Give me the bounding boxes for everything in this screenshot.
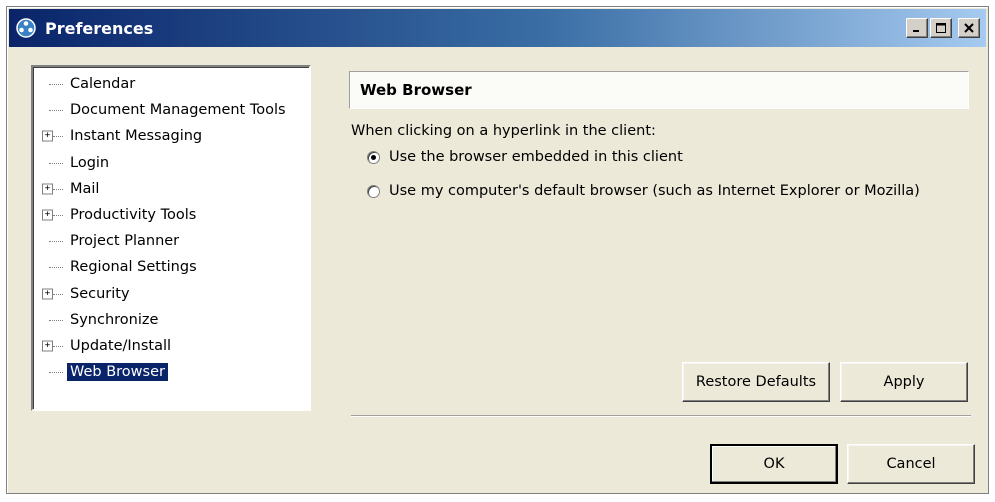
tree-item-label: Update/Install <box>70 337 172 354</box>
tree-item-label: Productivity Tools <box>70 207 197 224</box>
tree-item-label: Document Management Tools <box>70 102 286 119</box>
maximize-icon <box>936 23 946 33</box>
maximize-button[interactable] <box>930 18 952 38</box>
page-title: Web Browser <box>349 71 969 109</box>
tree-connector <box>49 319 63 321</box>
title-bar[interactable]: Preferences <box>9 9 986 47</box>
radio-embedded-browser[interactable] <box>367 150 380 164</box>
tree-item-label: Mail <box>70 180 100 197</box>
tree-item-login[interactable]: Login <box>33 150 309 176</box>
radio-label: Use my computer's default browser (such … <box>389 183 920 199</box>
tree-connector <box>53 345 63 347</box>
expand-plus-icon[interactable]: + <box>42 340 53 352</box>
tree-item-mail[interactable]: + Mail <box>33 176 309 202</box>
expand-plus-icon[interactable]: + <box>42 288 53 300</box>
radio-default-browser[interactable] <box>367 184 380 198</box>
apply-button[interactable]: Apply <box>840 362 968 402</box>
tree-item-label: Login <box>70 154 110 171</box>
minimize-button[interactable] <box>906 18 928 38</box>
tree-item-calendar[interactable]: Calendar <box>33 71 309 97</box>
radio-label: Use the browser embedded in this client <box>389 149 683 165</box>
app-icon <box>15 17 37 39</box>
window-title: Preferences <box>45 18 154 38</box>
expand-plus-icon[interactable]: + <box>42 209 53 221</box>
tree-item-label: Project Planner <box>70 233 180 250</box>
tree-item-label: Regional Settings <box>70 259 197 276</box>
tree-connector <box>53 188 63 190</box>
tree-item-update-install[interactable]: + Update/Install <box>33 333 309 359</box>
tree-connector <box>49 110 63 112</box>
preferences-tree[interactable]: Calendar Document Management Tools + Ins… <box>31 65 311 411</box>
tree-item-web-browser[interactable]: Web Browser <box>33 359 309 385</box>
cancel-button[interactable]: Cancel <box>847 444 975 484</box>
tree-connector <box>53 293 63 295</box>
window-controls <box>906 18 980 38</box>
tree-item-productivity-tools[interactable]: + Productivity Tools <box>33 202 309 228</box>
restore-defaults-button[interactable]: Restore Defaults <box>682 362 830 402</box>
tree-item-label: Calendar <box>70 76 136 93</box>
tree-connector <box>49 84 63 86</box>
separator <box>351 415 971 417</box>
tree-item-synchronize[interactable]: Synchronize <box>33 307 309 333</box>
tree-item-label: Security <box>70 285 130 302</box>
tree-connector <box>49 241 63 243</box>
tree-connector <box>49 267 63 269</box>
tree-connector <box>49 162 63 164</box>
tree-item-project-planner[interactable]: Project Planner <box>33 228 309 254</box>
preferences-window: Preferences Calendar Document Management… <box>6 6 989 494</box>
hyperlink-prompt-label: When clicking on a hyperlink in the clie… <box>351 123 656 139</box>
expand-plus-icon[interactable]: + <box>42 130 53 142</box>
embedded-browser-option[interactable]: Use the browser embedded in this client <box>367 149 683 165</box>
tree-item-regional-settings[interactable]: Regional Settings <box>33 254 309 280</box>
tree-item-document-management-tools[interactable]: Document Management Tools <box>33 97 309 123</box>
tree-connector <box>49 372 63 374</box>
tree-connector <box>53 215 63 217</box>
tree-item-label: Web Browser <box>67 363 168 382</box>
tree-item-instant-messaging[interactable]: + Instant Messaging <box>33 123 309 149</box>
ok-button[interactable]: OK <box>710 444 838 484</box>
tree-connector <box>53 136 63 138</box>
close-button[interactable] <box>958 18 980 38</box>
default-browser-option[interactable]: Use my computer's default browser (such … <box>367 183 920 199</box>
tree-item-label: Instant Messaging <box>70 128 203 145</box>
tree-item-security[interactable]: + Security <box>33 281 309 307</box>
close-icon <box>964 23 974 33</box>
expand-plus-icon[interactable]: + <box>42 183 53 195</box>
tree-item-label: Synchronize <box>70 311 159 328</box>
minimize-icon <box>913 30 919 32</box>
